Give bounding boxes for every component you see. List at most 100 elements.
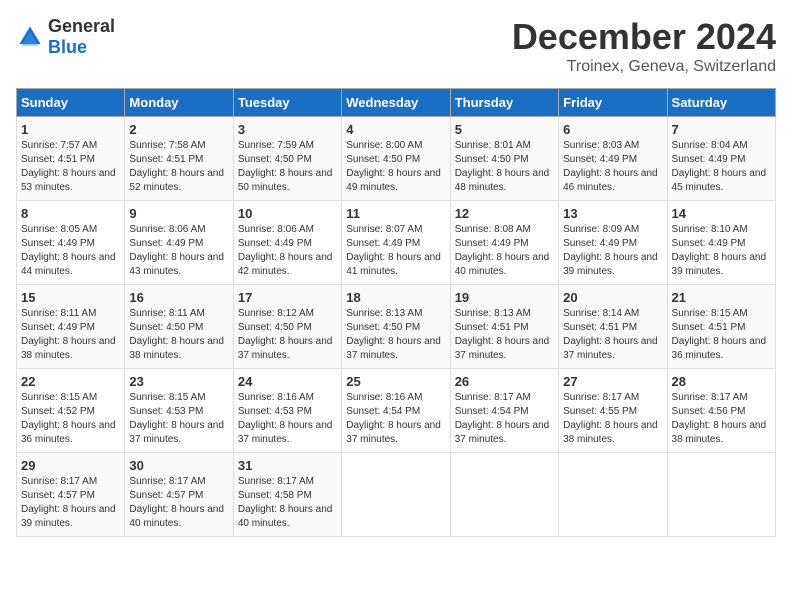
cell-info: Sunrise: 7:59 AMSunset: 4:50 PMDaylight:… (238, 140, 333, 193)
calendar-cell: 2 Sunrise: 7:58 AMSunset: 4:51 PMDayligh… (125, 117, 233, 201)
day-number: 15 (21, 290, 120, 305)
day-number: 22 (21, 374, 120, 389)
cell-info: Sunrise: 8:06 AMSunset: 4:49 PMDaylight:… (129, 224, 224, 277)
day-number: 16 (129, 290, 228, 305)
cell-info: Sunrise: 7:58 AMSunset: 4:51 PMDaylight:… (129, 140, 224, 193)
cell-info: Sunrise: 8:15 AMSunset: 4:52 PMDaylight:… (21, 392, 116, 445)
day-number: 24 (238, 374, 337, 389)
day-number: 14 (672, 206, 771, 221)
day-number: 23 (129, 374, 228, 389)
cell-info: Sunrise: 8:00 AMSunset: 4:50 PMDaylight:… (346, 140, 441, 193)
day-number: 21 (672, 290, 771, 305)
day-number: 6 (563, 122, 662, 137)
day-number: 2 (129, 122, 228, 137)
calendar-cell: 30 Sunrise: 8:17 AMSunset: 4:57 PMDaylig… (125, 453, 233, 537)
day-number: 28 (672, 374, 771, 389)
calendar-cell: 9 Sunrise: 8:06 AMSunset: 4:49 PMDayligh… (125, 201, 233, 285)
cell-info: Sunrise: 8:11 AMSunset: 4:49 PMDaylight:… (21, 308, 116, 361)
header: General Blue December 2024 Troinex, Gene… (16, 16, 776, 76)
week-row-1: 1 Sunrise: 7:57 AMSunset: 4:51 PMDayligh… (17, 117, 776, 201)
cell-info: Sunrise: 8:07 AMSunset: 4:49 PMDaylight:… (346, 224, 441, 277)
header-thursday: Thursday (450, 89, 558, 117)
cell-info: Sunrise: 8:16 AMSunset: 4:53 PMDaylight:… (238, 392, 333, 445)
calendar-cell: 4 Sunrise: 8:00 AMSunset: 4:50 PMDayligh… (342, 117, 450, 201)
location-title: Troinex, Geneva, Switzerland (512, 58, 776, 76)
calendar-cell: 20 Sunrise: 8:14 AMSunset: 4:51 PMDaylig… (559, 285, 667, 369)
header-friday: Friday (559, 89, 667, 117)
calendar-table: SundayMondayTuesdayWednesdayThursdayFrid… (16, 88, 776, 537)
day-number: 26 (455, 374, 554, 389)
calendar-cell: 12 Sunrise: 8:08 AMSunset: 4:49 PMDaylig… (450, 201, 558, 285)
cell-info: Sunrise: 8:12 AMSunset: 4:50 PMDaylight:… (238, 308, 333, 361)
calendar-cell: 25 Sunrise: 8:16 AMSunset: 4:54 PMDaylig… (342, 369, 450, 453)
logo-general: General (48, 16, 115, 36)
day-number: 10 (238, 206, 337, 221)
calendar-cell: 3 Sunrise: 7:59 AMSunset: 4:50 PMDayligh… (233, 117, 341, 201)
calendar-cell: 13 Sunrise: 8:09 AMSunset: 4:49 PMDaylig… (559, 201, 667, 285)
week-row-5: 29 Sunrise: 8:17 AMSunset: 4:57 PMDaylig… (17, 453, 776, 537)
day-number: 17 (238, 290, 337, 305)
calendar-cell: 27 Sunrise: 8:17 AMSunset: 4:55 PMDaylig… (559, 369, 667, 453)
cell-info: Sunrise: 8:17 AMSunset: 4:54 PMDaylight:… (455, 392, 550, 445)
day-number: 1 (21, 122, 120, 137)
cell-info: Sunrise: 8:01 AMSunset: 4:50 PMDaylight:… (455, 140, 550, 193)
calendar-cell: 31 Sunrise: 8:17 AMSunset: 4:58 PMDaylig… (233, 453, 341, 537)
cell-info: Sunrise: 8:17 AMSunset: 4:58 PMDaylight:… (238, 476, 333, 529)
cell-info: Sunrise: 8:03 AMSunset: 4:49 PMDaylight:… (563, 140, 658, 193)
day-number: 31 (238, 458, 337, 473)
day-number: 27 (563, 374, 662, 389)
calendar-cell: 18 Sunrise: 8:13 AMSunset: 4:50 PMDaylig… (342, 285, 450, 369)
month-title: December 2024 (512, 16, 776, 58)
header-monday: Monday (125, 89, 233, 117)
day-number: 5 (455, 122, 554, 137)
day-number: 3 (238, 122, 337, 137)
cell-info: Sunrise: 8:10 AMSunset: 4:49 PMDaylight:… (672, 224, 767, 277)
header-row: SundayMondayTuesdayWednesdayThursdayFrid… (17, 89, 776, 117)
cell-info: Sunrise: 8:11 AMSunset: 4:50 PMDaylight:… (129, 308, 224, 361)
cell-info: Sunrise: 8:09 AMSunset: 4:49 PMDaylight:… (563, 224, 658, 277)
day-number: 7 (672, 122, 771, 137)
header-tuesday: Tuesday (233, 89, 341, 117)
cell-info: Sunrise: 8:17 AMSunset: 4:55 PMDaylight:… (563, 392, 658, 445)
day-number: 25 (346, 374, 445, 389)
cell-info: Sunrise: 8:15 AMSunset: 4:53 PMDaylight:… (129, 392, 224, 445)
cell-info: Sunrise: 8:17 AMSunset: 4:57 PMDaylight:… (21, 476, 116, 529)
week-row-3: 15 Sunrise: 8:11 AMSunset: 4:49 PMDaylig… (17, 285, 776, 369)
day-number: 9 (129, 206, 228, 221)
cell-info: Sunrise: 8:08 AMSunset: 4:49 PMDaylight:… (455, 224, 550, 277)
calendar-cell (342, 453, 450, 537)
calendar-cell: 5 Sunrise: 8:01 AMSunset: 4:50 PMDayligh… (450, 117, 558, 201)
cell-info: Sunrise: 8:13 AMSunset: 4:50 PMDaylight:… (346, 308, 441, 361)
cell-info: Sunrise: 8:14 AMSunset: 4:51 PMDaylight:… (563, 308, 658, 361)
cell-info: Sunrise: 7:57 AMSunset: 4:51 PMDaylight:… (21, 140, 116, 193)
calendar-cell: 6 Sunrise: 8:03 AMSunset: 4:49 PMDayligh… (559, 117, 667, 201)
calendar-cell: 10 Sunrise: 8:06 AMSunset: 4:49 PMDaylig… (233, 201, 341, 285)
cell-info: Sunrise: 8:17 AMSunset: 4:57 PMDaylight:… (129, 476, 224, 529)
day-number: 19 (455, 290, 554, 305)
day-number: 30 (129, 458, 228, 473)
calendar-cell: 21 Sunrise: 8:15 AMSunset: 4:51 PMDaylig… (667, 285, 775, 369)
day-number: 8 (21, 206, 120, 221)
week-row-4: 22 Sunrise: 8:15 AMSunset: 4:52 PMDaylig… (17, 369, 776, 453)
logo-text: General Blue (48, 16, 115, 58)
day-number: 13 (563, 206, 662, 221)
header-wednesday: Wednesday (342, 89, 450, 117)
calendar-cell: 11 Sunrise: 8:07 AMSunset: 4:49 PMDaylig… (342, 201, 450, 285)
cell-info: Sunrise: 8:17 AMSunset: 4:56 PMDaylight:… (672, 392, 767, 445)
calendar-cell: 24 Sunrise: 8:16 AMSunset: 4:53 PMDaylig… (233, 369, 341, 453)
day-number: 4 (346, 122, 445, 137)
calendar-cell: 7 Sunrise: 8:04 AMSunset: 4:49 PMDayligh… (667, 117, 775, 201)
calendar-cell (667, 453, 775, 537)
calendar-cell (559, 453, 667, 537)
calendar-cell: 26 Sunrise: 8:17 AMSunset: 4:54 PMDaylig… (450, 369, 558, 453)
calendar-cell: 23 Sunrise: 8:15 AMSunset: 4:53 PMDaylig… (125, 369, 233, 453)
logo-blue: Blue (48, 37, 87, 57)
cell-info: Sunrise: 8:04 AMSunset: 4:49 PMDaylight:… (672, 140, 767, 193)
day-number: 11 (346, 206, 445, 221)
week-row-2: 8 Sunrise: 8:05 AMSunset: 4:49 PMDayligh… (17, 201, 776, 285)
calendar-cell: 1 Sunrise: 7:57 AMSunset: 4:51 PMDayligh… (17, 117, 125, 201)
day-number: 20 (563, 290, 662, 305)
cell-info: Sunrise: 8:16 AMSunset: 4:54 PMDaylight:… (346, 392, 441, 445)
calendar-cell: 17 Sunrise: 8:12 AMSunset: 4:50 PMDaylig… (233, 285, 341, 369)
logo: General Blue (16, 16, 115, 58)
